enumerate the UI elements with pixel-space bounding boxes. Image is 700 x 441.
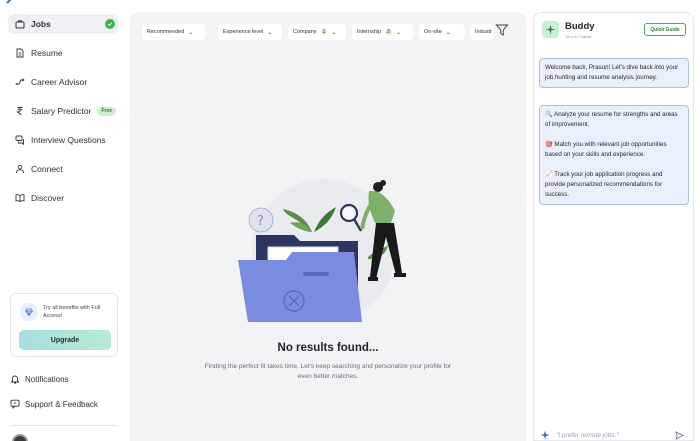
divider xyxy=(10,425,118,426)
sidebar-item-label: Salary Predictor xyxy=(31,106,92,116)
quick-guide-button[interactable]: Quick Guide xyxy=(644,23,686,36)
capability-match: 🎯 Match you with relevant job opportunit… xyxy=(545,141,667,158)
sidebar-item-career-advisor[interactable]: Career Advisor xyxy=(8,72,118,92)
chevron-down-icon: ⌄ xyxy=(188,29,194,36)
empty-state-subtitle: Finding the perfect fit takes time. Let'… xyxy=(204,363,452,380)
capability-track: 📈 Track your job application progress an… xyxy=(545,171,663,198)
capability-resume: 🔍 Analyze your resume for strengths and … xyxy=(545,111,678,128)
check-icon xyxy=(105,19,115,29)
sidebar: Jobs Resume Career Advisor Salary Predic… xyxy=(0,0,128,441)
sidebar-item-label: Interview Questions xyxy=(31,135,106,145)
capabilities-message: 🔍 Analyze your resume for strengths and … xyxy=(539,105,689,205)
book-icon xyxy=(15,193,25,203)
recommended-label: Recommended xyxy=(147,29,185,35)
filter-bar: Recommended ⌄ Experience level ⌄ Company… xyxy=(138,24,526,40)
sparkle-icon xyxy=(542,21,559,38)
chat-bubbles-icon xyxy=(15,135,25,145)
jobs-main-panel: Recommended ⌄ Experience level ⌄ Company… xyxy=(130,12,526,441)
upgrade-button[interactable]: Upgrade xyxy=(19,330,111,350)
bell-icon xyxy=(10,374,20,384)
route-icon xyxy=(15,77,25,87)
industry-label: Industr xyxy=(475,29,492,35)
sidebar-item-label: Jobs xyxy=(31,19,51,29)
company-dropdown[interactable]: Company 1 ⌄ xyxy=(288,24,346,40)
onsite-dropdown[interactable]: On-site ⌄ xyxy=(419,24,465,40)
rupee-icon xyxy=(15,106,25,116)
filter-icon[interactable] xyxy=(495,23,509,37)
company-label: Company xyxy=(293,29,317,35)
recommended-dropdown[interactable]: Recommended ⌄ xyxy=(142,24,206,40)
sparkle-icon xyxy=(540,430,550,440)
onsite-label: On-site xyxy=(424,29,442,35)
chevron-down-icon: ⌄ xyxy=(445,29,451,36)
empty-state-illustration: ? xyxy=(238,179,406,322)
internship-count-badge: 2 xyxy=(385,29,392,35)
chevron-down-icon: ⌄ xyxy=(267,29,273,36)
sidebar-item-label: Resume xyxy=(31,48,63,58)
empty-state-title: No results found... xyxy=(277,342,379,354)
buddy-title: Buddy xyxy=(565,21,595,32)
company-count-badge: 1 xyxy=(320,29,328,35)
free-badge: Free xyxy=(97,106,117,116)
sidebar-item-label: Discover xyxy=(31,193,65,203)
internship-dropdown[interactable]: Internship 2 ⌄ xyxy=(352,24,414,40)
sidebar-item-discover[interactable]: Discover xyxy=(8,188,118,208)
logo-icon xyxy=(6,0,12,4)
chevron-down-icon: ⌄ xyxy=(331,29,337,36)
sidebar-item-connect[interactable]: Connect xyxy=(8,159,118,179)
sidebar-item-jobs[interactable]: Jobs xyxy=(8,14,118,34)
sidebar-item-resume[interactable]: Resume xyxy=(8,43,118,63)
sidebar-item-interview-questions[interactable]: Interview Questions xyxy=(8,130,118,150)
feedback-icon xyxy=(10,399,20,409)
experience-level-dropdown[interactable]: Experience level ⌄ xyxy=(218,24,282,40)
support-feedback-link[interactable]: Support & Feedback xyxy=(10,397,98,411)
experience-level-label: Experience level xyxy=(223,29,264,35)
briefcase-icon xyxy=(15,19,25,29)
chevron-down-icon: ⌄ xyxy=(395,29,401,36)
people-icon xyxy=(15,164,25,174)
avatar[interactable] xyxy=(12,434,28,441)
sidebar-item-salary-predictor[interactable]: Salary Predictor Free xyxy=(8,101,118,121)
upgrade-promo-card: Try all benefits with Full Access! Upgra… xyxy=(10,293,118,357)
buddy-copilot-panel: Buddy Your AI Copilot Quick Guide Welcom… xyxy=(533,12,694,441)
welcome-text: Welcome back, Prasun! Let's dive back in… xyxy=(545,64,679,81)
industry-dropdown[interactable]: Industr xyxy=(470,24,494,40)
sidebar-item-label: Career Advisor xyxy=(31,77,88,87)
chat-placeholder: "I prefer remote jobs." xyxy=(556,431,619,439)
support-feedback-label: Support & Feedback xyxy=(25,399,98,409)
notifications-link[interactable]: Notifications xyxy=(10,372,69,386)
app-window: Jobs Resume Career Advisor Salary Predic… xyxy=(0,0,700,441)
welcome-message: Welcome back, Prasun! Let's dive back in… xyxy=(539,58,689,88)
internship-label: Internship xyxy=(357,29,382,35)
buddy-subtitle: Your AI Copilot xyxy=(565,34,592,39)
promo-text: Try all benefits with Full Access! xyxy=(43,305,101,319)
svg-text:?: ? xyxy=(257,214,264,229)
sidebar-item-label: Connect xyxy=(31,164,63,174)
notifications-label: Notifications xyxy=(25,374,69,384)
document-icon xyxy=(15,48,25,58)
magnifier-icon xyxy=(339,203,359,223)
send-icon[interactable] xyxy=(675,431,684,440)
diamond-icon xyxy=(20,303,38,321)
chat-input[interactable]: "I prefer remote jobs." xyxy=(540,428,688,441)
